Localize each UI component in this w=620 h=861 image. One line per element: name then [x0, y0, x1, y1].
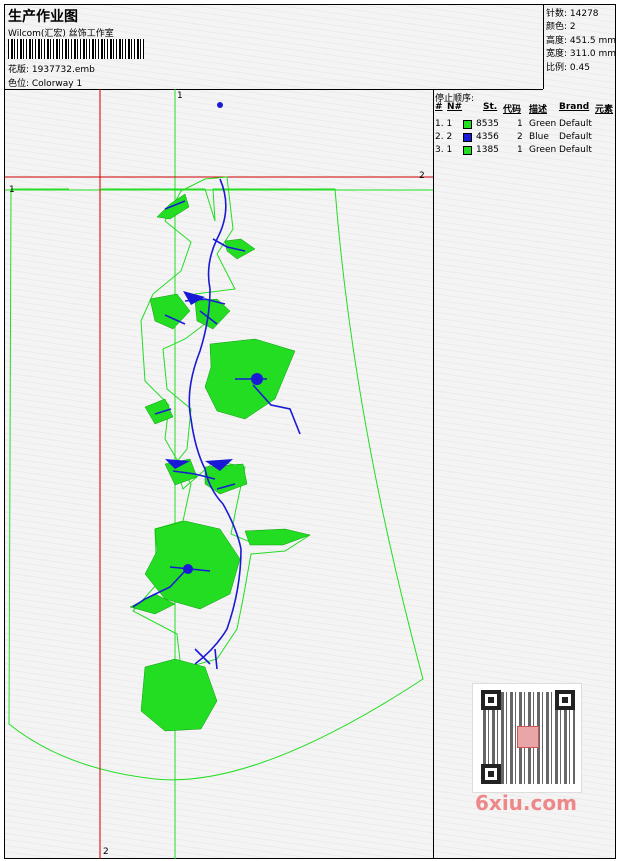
design-scale: 比例: 0.45 — [546, 63, 590, 73]
row-code: 1 — [517, 119, 523, 129]
col-header-hash: # — [435, 102, 443, 112]
row-stitches: 4356 — [476, 132, 499, 142]
col-header-element: 元素 — [595, 105, 614, 115]
color-swatch — [463, 146, 472, 155]
color-count: 颜色: 2 — [546, 22, 576, 32]
row-brand: Default — [559, 145, 592, 155]
row-brand: Default — [559, 119, 592, 129]
worksheet: 生产作业图 Wilcom(汇宏) 丝饰工作室 花版: 1937732.emb 色… — [4, 4, 616, 859]
design-canvas[interactable]: 1 1 2 2 — [5, 89, 433, 859]
row-index: 3. 1 — [435, 145, 453, 155]
design-info: 针数: 14278 颜色: 2 高度: 451.5 mm 宽度: 311.0 m… — [543, 5, 616, 89]
col-header-brand: Brand — [559, 102, 590, 112]
design-width: 宽度: 311.0 mm — [546, 49, 617, 59]
row-code: 2 — [517, 132, 523, 142]
colorway: 色位: Colorway 1 — [8, 79, 83, 89]
guide-label-v-red: 2 — [103, 847, 109, 857]
col-header-desc: 描述 — [529, 105, 548, 115]
row-desc: Green — [529, 145, 557, 155]
qr-finder — [481, 764, 501, 784]
guide-label-h-green: 1 — [9, 185, 15, 195]
row-desc: Blue — [529, 132, 549, 142]
guide-label-v-green: 1 — [177, 91, 183, 101]
row-stitches: 1385 — [476, 145, 499, 155]
row-stitches: 8535 — [476, 119, 499, 129]
design-file: 花版: 1937732.emb — [8, 65, 95, 75]
guide-label-h-red: 2 — [419, 171, 425, 181]
qr-logo-icon — [517, 726, 539, 748]
blue-fill — [165, 102, 263, 574]
design-height: 高度: 451.5 mm — [546, 36, 617, 46]
col-header-code: 代码 — [503, 105, 522, 115]
embroidery-preview — [5, 89, 433, 859]
watermark: 6xiu.com — [475, 791, 577, 815]
table-row: 1. 1 8535 1 Green Default — [433, 119, 616, 132]
col-header-n: N# — [447, 102, 463, 112]
studio-name: Wilcom(汇宏) 丝饰工作室 — [8, 29, 114, 39]
stop-sequence-table: 停止顺序: # N# St. 代码 描述 Brand 元素 1. 1 8535 … — [433, 89, 616, 159]
col-header-st: St. — [483, 102, 498, 112]
table-row: 2. 2 4356 2 Blue Default — [433, 132, 616, 145]
qr-finder — [555, 690, 575, 710]
row-desc: Green — [529, 119, 557, 129]
color-swatch — [463, 133, 472, 142]
row-code: 1 — [517, 145, 523, 155]
stitch-count: 针数: 14278 — [546, 9, 599, 19]
qr-finder — [481, 690, 501, 710]
qr-code — [472, 683, 582, 793]
barcode — [8, 39, 144, 59]
table-row: 3. 1 1385 1 Green Default — [433, 145, 616, 158]
row-brand: Default — [559, 132, 592, 142]
divider — [433, 89, 434, 859]
page-title: 生产作业图 — [8, 9, 78, 25]
color-swatch — [463, 120, 472, 129]
row-index: 1. 1 — [435, 119, 453, 129]
row-index: 2. 2 — [435, 132, 453, 142]
